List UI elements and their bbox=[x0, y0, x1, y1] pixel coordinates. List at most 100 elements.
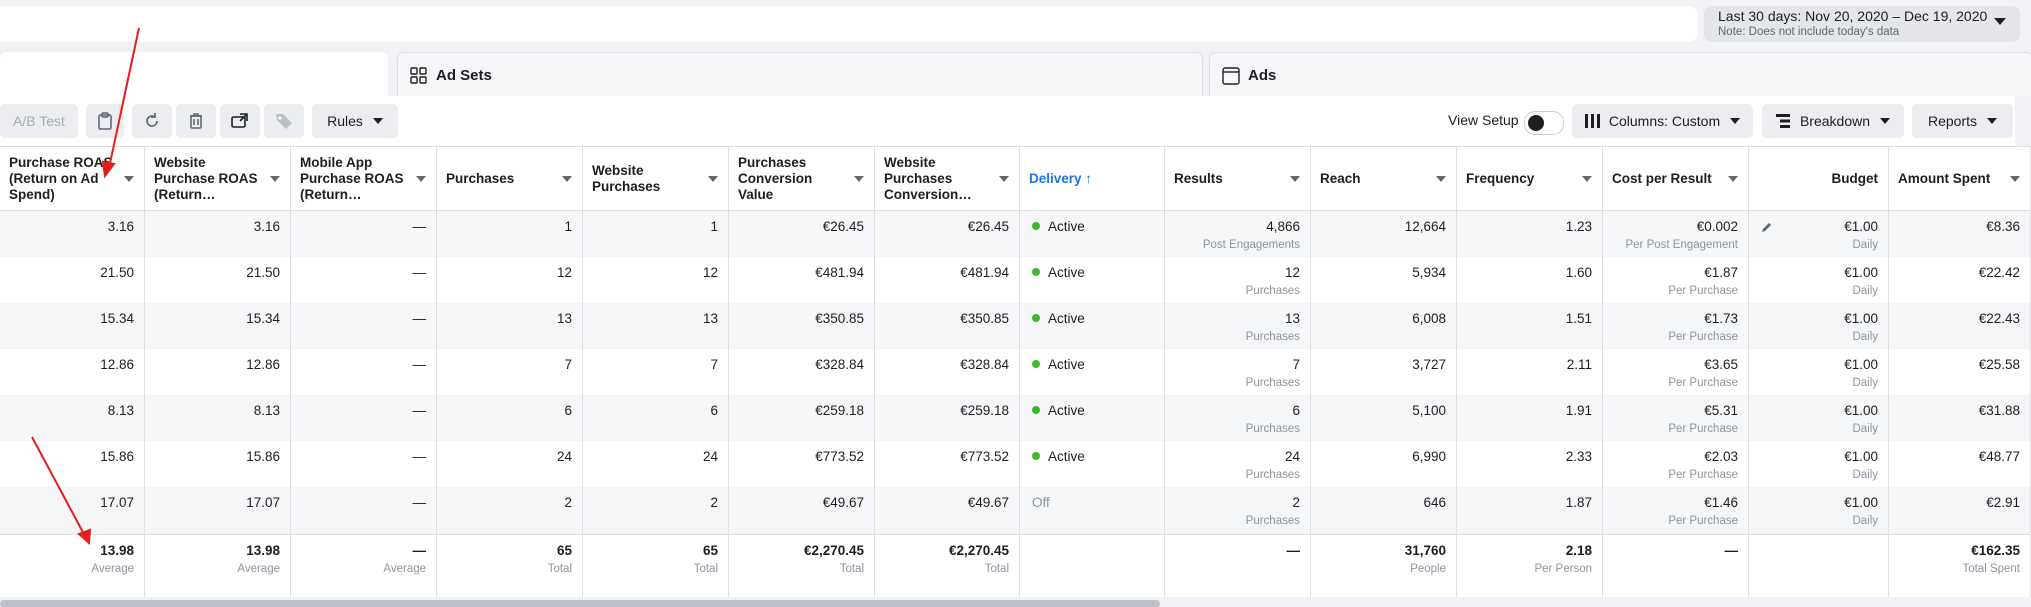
table-cell: €26.45 bbox=[875, 211, 1020, 257]
table-row[interactable]: 15.34 15.34 — 13 13 €350.85 €350.85 Active 13 Pur… bbox=[0, 303, 2031, 349]
cell-value: €350.85 bbox=[815, 311, 864, 326]
share-button[interactable] bbox=[220, 104, 260, 138]
column-header[interactable]: Amount Spent bbox=[1889, 147, 2031, 211]
cell-value: €49.67 bbox=[822, 495, 864, 510]
table-cell: 2.33 bbox=[1457, 441, 1603, 487]
column-header[interactable]: Reach bbox=[1311, 147, 1457, 211]
share-icon bbox=[231, 113, 248, 128]
cell-value: 4,866 bbox=[1266, 219, 1300, 234]
breakdown-dropdown[interactable]: Breakdown bbox=[1762, 104, 1904, 138]
sort-caret-icon[interactable] bbox=[1728, 176, 1738, 182]
tab-ads[interactable]: Ads bbox=[1209, 52, 2031, 97]
table-cell: €1.00 Daily bbox=[1749, 257, 1889, 303]
total-value: €162.35 bbox=[1971, 543, 2020, 558]
totals-cell: €162.35 Total Spent bbox=[1889, 535, 2031, 597]
cell-value: €481.94 bbox=[960, 265, 1009, 280]
cell-value: — bbox=[412, 219, 427, 234]
view-setup-toggle[interactable] bbox=[1524, 111, 1564, 135]
table-cell: 5,100 bbox=[1311, 395, 1457, 441]
toggle-knob bbox=[1528, 115, 1544, 131]
cell-value: 8.13 bbox=[107, 403, 134, 418]
sort-caret-icon[interactable] bbox=[854, 176, 864, 182]
column-header[interactable]: Purchase ROAS (Return on Ad Spend) bbox=[0, 147, 145, 211]
column-header[interactable]: Mobile App Purchase ROAS (Return… bbox=[291, 147, 437, 211]
total-value: 13.98 bbox=[100, 543, 134, 558]
table-row[interactable]: 17.07 17.07 — 2 2 €49.67 €49.67 Off 2 Purchases 64… bbox=[0, 487, 2031, 533]
edit-pencil-icon[interactable] bbox=[1761, 220, 1773, 238]
columns-dropdown[interactable]: Columns: Custom bbox=[1572, 104, 1753, 138]
cell-value: €1.00 bbox=[1844, 357, 1878, 372]
column-header-label: Mobile App Purchase ROAS (Return… bbox=[300, 154, 404, 202]
delete-button[interactable] bbox=[176, 104, 216, 138]
delivery-status-text: Active bbox=[1048, 449, 1085, 464]
column-header[interactable]: Delivery ↑ bbox=[1020, 147, 1165, 211]
table-cell: €1.73 Per Purchase bbox=[1603, 303, 1749, 349]
column-header[interactable]: Website Purchases Conversion… bbox=[875, 147, 1020, 211]
column-header[interactable]: Website Purchase ROAS (Return… bbox=[145, 147, 291, 211]
rules-dropdown[interactable]: Rules bbox=[312, 104, 398, 138]
table-cell: 15.86 bbox=[145, 441, 291, 487]
table-cell: €1.00 Daily bbox=[1749, 395, 1889, 441]
cell-value: 6 bbox=[1292, 403, 1300, 418]
column-header[interactable]: Frequency bbox=[1457, 147, 1603, 211]
cell-subtext: Purchases bbox=[1245, 515, 1300, 527]
table-cell: €22.42 bbox=[1889, 257, 2031, 303]
sort-caret-icon[interactable] bbox=[708, 176, 718, 182]
refresh-button[interactable] bbox=[132, 104, 172, 138]
reports-label: Reports bbox=[1927, 113, 1978, 129]
table-cell: €1.00 Daily bbox=[1749, 211, 1889, 257]
column-header[interactable]: Purchases bbox=[437, 147, 583, 211]
cell-subtext: Purchases bbox=[1245, 331, 1300, 343]
table-cell: €259.18 bbox=[875, 395, 1020, 441]
sort-caret-icon[interactable] bbox=[1582, 176, 1592, 182]
table-row[interactable]: 3.16 3.16 — 1 1 €26.45 €26.45 Active 4,866 Post E… bbox=[0, 211, 2031, 257]
sort-caret-icon[interactable] bbox=[1290, 176, 1300, 182]
tab-campaigns[interactable] bbox=[0, 52, 388, 96]
table-row[interactable]: 21.50 21.50 — 12 12 €481.94 €481.94 Active 12 Pur… bbox=[0, 257, 2031, 303]
table-cell: 17.07 bbox=[0, 487, 145, 533]
sort-caret-icon[interactable] bbox=[999, 176, 1009, 182]
column-header[interactable]: Budget bbox=[1749, 147, 1889, 211]
table-cell: 6 bbox=[583, 395, 729, 441]
column-header-label: Delivery ↑ bbox=[1029, 170, 1093, 186]
tag-button[interactable] bbox=[264, 104, 304, 138]
table-cell: 6 Purchases bbox=[1165, 395, 1311, 441]
sort-caret-icon[interactable] bbox=[270, 176, 280, 182]
sort-caret-icon[interactable] bbox=[416, 176, 426, 182]
chevron-down-icon bbox=[1880, 118, 1891, 124]
date-range-picker[interactable]: Last 30 days: Nov 20, 2020 – Dec 19, 202… bbox=[1704, 6, 2020, 42]
table-cell: 2 bbox=[583, 487, 729, 533]
sort-caret-icon[interactable] bbox=[124, 176, 134, 182]
cell-value: €481.94 bbox=[815, 265, 864, 280]
totals-cell: — bbox=[1603, 535, 1749, 597]
sort-caret-icon[interactable] bbox=[562, 176, 572, 182]
column-header-label: Budget bbox=[1831, 170, 1879, 186]
column-header[interactable]: Website Purchases bbox=[583, 147, 729, 211]
delivery-status: Active bbox=[1032, 357, 1085, 372]
table-cell: 15.86 bbox=[0, 441, 145, 487]
sort-caret-icon[interactable] bbox=[2010, 176, 2020, 182]
tab-ad-sets[interactable]: Ad Sets bbox=[397, 52, 1203, 97]
column-header-label: Website Purchases bbox=[592, 162, 661, 194]
column-header[interactable]: Purchases Conversion Value bbox=[729, 147, 875, 211]
cell-value: €259.18 bbox=[960, 403, 1009, 418]
delivery-status: Active bbox=[1032, 265, 1085, 280]
totals-cell: 65 Total bbox=[583, 535, 729, 597]
search-bar[interactable] bbox=[0, 6, 1698, 42]
table-cell: 7 bbox=[583, 349, 729, 395]
total-value: 2.18 bbox=[1565, 543, 1592, 558]
active-dot-icon bbox=[1032, 452, 1040, 460]
column-header[interactable]: Cost per Result bbox=[1603, 147, 1749, 211]
cell-value: €1.00 bbox=[1844, 219, 1878, 234]
column-header[interactable]: Results bbox=[1165, 147, 1311, 211]
table-cell: 21.50 bbox=[145, 257, 291, 303]
reports-dropdown[interactable]: Reports bbox=[1912, 104, 2013, 138]
table-row[interactable]: 8.13 8.13 — 6 6 €259.18 €259.18 Active 6 Purchase… bbox=[0, 395, 2031, 441]
table-row[interactable]: 15.86 15.86 — 24 24 €773.52 €773.52 Active 24 Pur… bbox=[0, 441, 2031, 487]
horizontal-scrollbar[interactable] bbox=[0, 600, 1160, 607]
sort-caret-icon[interactable] bbox=[1436, 176, 1446, 182]
toolbar: A/B Test Rules View Setup Columns: Custo… bbox=[0, 96, 2015, 146]
duplicate-button[interactable] bbox=[86, 104, 124, 138]
table-row[interactable]: 12.86 12.86 — 7 7 €328.84 €328.84 Active 7 Purcha… bbox=[0, 349, 2031, 395]
ab-test-button[interactable]: A/B Test bbox=[0, 104, 78, 138]
